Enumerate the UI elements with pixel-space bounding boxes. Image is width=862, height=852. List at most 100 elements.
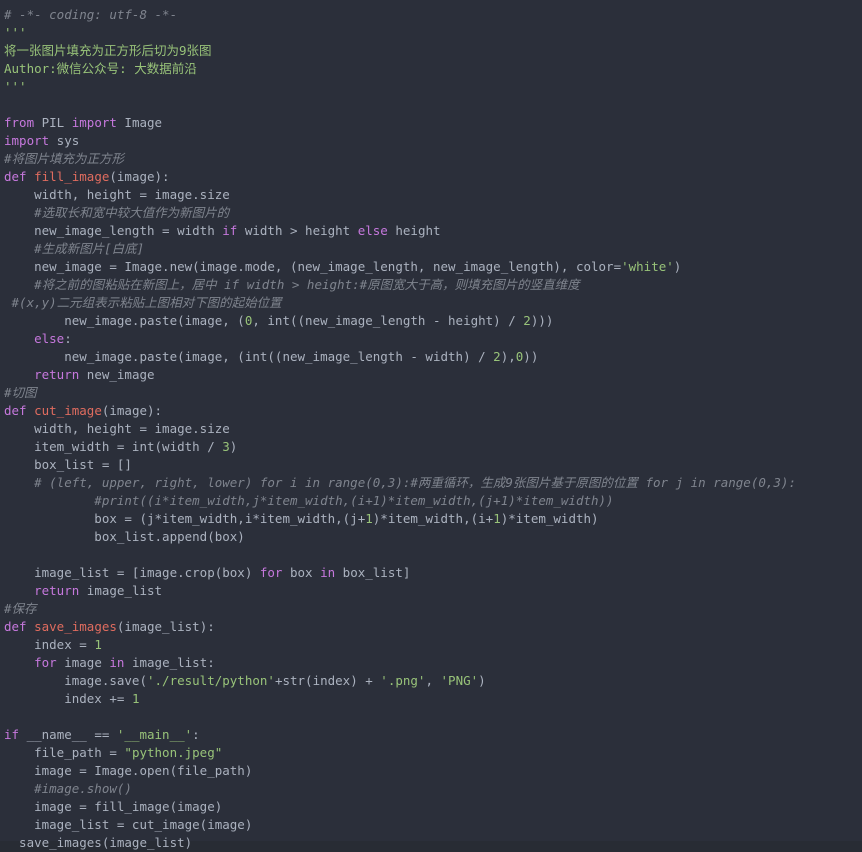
code-line[interactable]: #(x,y)二元组表示粘贴上图相对下图的起始位置 bbox=[0, 294, 862, 312]
code-token-cmt: #切图 bbox=[4, 385, 37, 400]
code-line[interactable]: index = 1 bbox=[0, 636, 862, 654]
code-line[interactable]: #将之前的图粘贴在新图上，居中 if width > height:#原图宽大于… bbox=[0, 276, 862, 294]
code-line[interactable]: item_width = int(width / 3) bbox=[0, 438, 862, 456]
code-line[interactable] bbox=[0, 96, 862, 114]
code-token-op: (image): bbox=[101, 403, 163, 418]
code-line[interactable]: #生成新图片[白底] bbox=[0, 240, 862, 258]
code-token-id: , bbox=[425, 673, 441, 688]
code-token-id: image.save( bbox=[4, 673, 147, 688]
code-token-id: new_image = Image.new(image.mode, (new_i… bbox=[4, 259, 622, 274]
code-line[interactable]: for image in image_list: bbox=[0, 654, 862, 672]
code-line[interactable]: new_image.paste(image, (int((new_image_l… bbox=[0, 348, 862, 366]
code-line[interactable]: def fill_image(image): bbox=[0, 168, 862, 186]
code-line[interactable]: ''' bbox=[0, 78, 862, 96]
code-line[interactable]: def cut_image(image): bbox=[0, 402, 862, 420]
code-line[interactable]: width, height = image.size bbox=[0, 420, 862, 438]
code-line[interactable]: ''' bbox=[0, 24, 862, 42]
code-token-op: (image): bbox=[109, 169, 170, 184]
code-line[interactable]: #image.show() bbox=[0, 780, 862, 798]
code-token-fn: save_images bbox=[34, 619, 117, 634]
code-token-op: (image_list): bbox=[116, 619, 215, 634]
code-line[interactable]: new_image = Image.new(image.mode, (new_i… bbox=[0, 258, 862, 276]
code-token-id: image = fill_image(image) bbox=[4, 799, 223, 814]
code-token-kw: def bbox=[4, 169, 27, 184]
code-line[interactable]: from PIL import Image bbox=[0, 114, 862, 132]
code-line[interactable]: return new_image bbox=[0, 366, 862, 384]
code-token-cmt: # (left, upper, right, lower) for i in r… bbox=[4, 475, 796, 490]
code-line[interactable]: box_list = [] bbox=[0, 456, 862, 474]
code-line[interactable]: # (left, upper, right, lower) for i in r… bbox=[0, 474, 862, 492]
code-token-kw: import bbox=[71, 115, 117, 130]
code-editor[interactable]: # -*- coding: utf-8 -*- ''' 将一张图片填充为正方形后切为… bbox=[0, 0, 862, 850]
code-token-id: box bbox=[282, 565, 321, 580]
code-token-kw: return bbox=[34, 583, 80, 598]
code-token-id: )*item_width,(i+ bbox=[372, 511, 494, 526]
code-line[interactable]: new_image.paste(image, (0, int((new_imag… bbox=[0, 312, 862, 330]
code-token-id: image bbox=[56, 655, 110, 670]
code-line[interactable]: #切图 bbox=[0, 384, 862, 402]
code-line[interactable]: if __name__ == '__main__': bbox=[0, 726, 862, 744]
code-token-id: new_image.paste(image, ( bbox=[4, 313, 245, 328]
code-line[interactable]: image_list = cut_image(image) bbox=[0, 816, 862, 834]
code-line[interactable]: #print((i*item_width,j*item_width,(i+1)*… bbox=[0, 492, 862, 510]
code-line[interactable]: box_list.append(box) bbox=[0, 528, 862, 546]
code-token-str: '.png' bbox=[380, 673, 426, 688]
code-token-kw: else bbox=[357, 223, 388, 238]
code-token-kw: if bbox=[222, 223, 238, 238]
code-line[interactable]: import sys bbox=[0, 132, 862, 150]
code-token-id bbox=[27, 169, 35, 184]
code-token-id: new_image bbox=[79, 367, 155, 382]
code-token-fn: fill_image bbox=[34, 169, 110, 184]
code-token-str: 'PNG' bbox=[440, 673, 479, 688]
code-token-kw: return bbox=[34, 367, 80, 382]
code-token-id: item_width = int(width / bbox=[4, 439, 223, 454]
code-line[interactable]: Author:微信公众号: 大数据前沿 bbox=[0, 60, 862, 78]
code-line[interactable]: 将一张图片填充为正方形后切为9张图 bbox=[0, 42, 862, 60]
code-line[interactable]: def save_images(image_list): bbox=[0, 618, 862, 636]
code-token-id: new_image_length = width bbox=[4, 223, 223, 238]
code-line[interactable]: file_path = "python.jpeg" bbox=[0, 744, 862, 762]
code-line[interactable]: image_list = [image.crop(box) for box in… bbox=[0, 564, 862, 582]
code-token-num: 1 bbox=[131, 691, 140, 706]
code-line[interactable]: box = (j*item_width,i*item_width,(j+1)*i… bbox=[0, 510, 862, 528]
code-line[interactable]: image = Image.open(file_path) bbox=[0, 762, 862, 780]
code-token-kw: def bbox=[4, 403, 27, 418]
code-token-kw: from bbox=[4, 115, 35, 130]
code-token-id: image_list bbox=[79, 583, 163, 598]
code-line[interactable] bbox=[0, 546, 862, 564]
code-token-doc: Author:微信公众号: 大数据前沿 bbox=[4, 61, 197, 76]
code-line[interactable]: new_image_length = width if width > heig… bbox=[0, 222, 862, 240]
code-token-id: __name__ == bbox=[19, 727, 117, 742]
code-token-id: save_images(image_list) bbox=[4, 835, 193, 850]
code-token-id bbox=[4, 655, 34, 670]
code-token-id: image = Image.open(file_path) bbox=[4, 763, 253, 778]
code-token-str: '__main__' bbox=[116, 727, 193, 742]
code-token-id: box_list] bbox=[335, 565, 411, 580]
code-line[interactable]: image.save('./result/python'+str(index) … bbox=[0, 672, 862, 690]
code-line[interactable]: # -*- coding: utf-8 -*- bbox=[0, 6, 862, 24]
code-line[interactable]: else: bbox=[0, 330, 862, 348]
code-line[interactable]: width, height = image.size bbox=[0, 186, 862, 204]
code-token-doc: ''' bbox=[4, 79, 27, 94]
code-line[interactable]: #将图片填充为正方形 bbox=[0, 150, 862, 168]
code-line[interactable]: #选取长和宽中较大值作为新图片的 bbox=[0, 204, 862, 222]
code-token-id: box = (j*item_width,i*item_width,(j+ bbox=[4, 511, 366, 526]
code-token-str: './result/python' bbox=[147, 673, 275, 688]
code-token-cmt: #保存 bbox=[4, 601, 37, 616]
code-token-id bbox=[27, 619, 35, 634]
code-line[interactable]: #保存 bbox=[0, 600, 862, 618]
code-line[interactable]: return image_list bbox=[0, 582, 862, 600]
code-token-kw: else bbox=[34, 331, 65, 346]
code-token-id: index += bbox=[4, 691, 132, 706]
code-token-kw: in bbox=[320, 565, 336, 580]
code-token-cmt: #生成新图片[白底] bbox=[4, 241, 145, 256]
code-line[interactable] bbox=[0, 708, 862, 726]
code-token-num: 2 bbox=[493, 349, 501, 364]
code-line[interactable]: index += 1 bbox=[0, 690, 862, 708]
code-token-op: : bbox=[192, 727, 200, 742]
code-line[interactable]: save_images(image_list) bbox=[0, 834, 862, 852]
code-token-kw: for bbox=[259, 565, 283, 580]
code-token-id: image_list = cut_image(image) bbox=[4, 817, 253, 832]
code-token-id: sys bbox=[49, 133, 80, 148]
code-line[interactable]: image = fill_image(image) bbox=[0, 798, 862, 816]
